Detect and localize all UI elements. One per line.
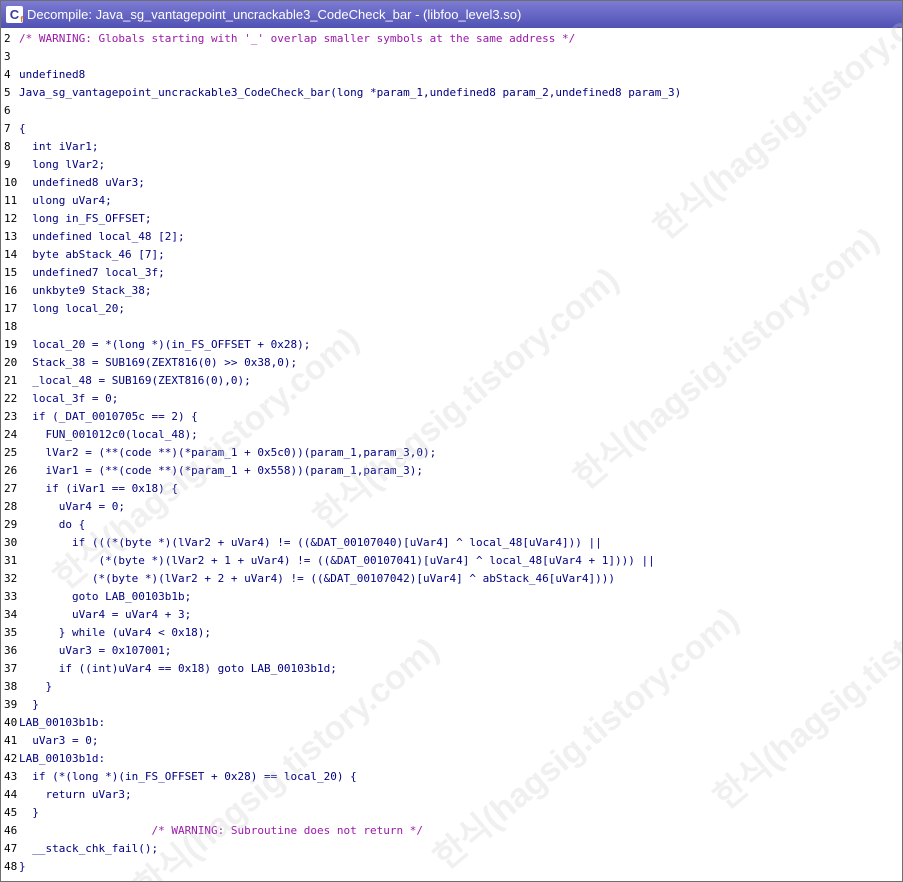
line-number: 27 xyxy=(4,482,18,495)
line-number: 48 xyxy=(4,860,18,873)
code-text: __stack_chk_fail(); xyxy=(19,842,159,855)
code-text: LAB_00103b1b: xyxy=(19,716,106,729)
code-text: { xyxy=(19,122,26,135)
code-text: local_20 = *(long *)(in_FS_OFFSET + 0x28… xyxy=(19,338,311,351)
line-number: 13 xyxy=(4,230,18,243)
code-text: FUN_001012c0(local_48); xyxy=(19,428,198,441)
line-number: 23 xyxy=(4,410,18,423)
line-number: 32 xyxy=(4,572,18,585)
code-text: return uVar3; xyxy=(19,788,132,801)
code-text: /* WARNING: Globals starting with '_' ov… xyxy=(19,32,576,45)
code-text: undefined8 xyxy=(19,68,86,81)
line-number: 16 xyxy=(4,284,18,297)
code-text: undefined7 local_3f; xyxy=(19,266,165,279)
code-text: } xyxy=(19,698,39,711)
line-number: 40 xyxy=(4,716,18,729)
line-number: 47 xyxy=(4,842,18,855)
code-text: Stack_38 = SUB169(ZEXT816(0) >> 0x38,0); xyxy=(19,356,298,369)
code-text: lVar2 = (**(code **)(*param_1 + 0x5c0))(… xyxy=(19,446,437,459)
title-bar[interactable]: Cf Decompile: Java_sg_vantagepoint_uncra… xyxy=(1,1,902,28)
code-text: if (_DAT_0010705c == 2) { xyxy=(19,410,198,423)
code-text: _local_48 = SUB169(ZEXT816(0),0); xyxy=(19,374,251,387)
code-text: undefined8 uVar3; xyxy=(19,176,145,189)
code-text: (*(byte *)(lVar2 + 1 + uVar4) != ((&DAT_… xyxy=(19,554,655,567)
line-number: 45 xyxy=(4,806,18,819)
line-number: 28 xyxy=(4,500,18,513)
line-number: 11 xyxy=(4,194,18,207)
line-number: 5 xyxy=(4,86,11,99)
code-text: unkbyte9 Stack_38; xyxy=(19,284,152,297)
code-text: uVar3 = 0x107001; xyxy=(19,644,172,657)
line-number: 39 xyxy=(4,698,18,711)
code-text: ulong uVar4; xyxy=(19,194,112,207)
window-title: Decompile: Java_sg_vantagepoint_uncracka… xyxy=(27,7,522,22)
line-number: 17 xyxy=(4,302,18,315)
line-number: 18 xyxy=(4,320,18,333)
line-number: 42 xyxy=(4,752,18,765)
line-number: 2 xyxy=(4,32,11,45)
line-number: 22 xyxy=(4,392,18,405)
code-text: if (iVar1 == 0x18) { xyxy=(19,482,178,495)
code-text: } xyxy=(19,806,39,819)
code-text: (*(byte *)(lVar2 + 2 + uVar4) != ((&DAT_… xyxy=(19,572,616,585)
line-number: 25 xyxy=(4,446,18,459)
code-text: uVar4 = 0; xyxy=(19,500,125,513)
code-text: /* WARNING: Subroutine does not return *… xyxy=(19,824,423,837)
line-number: 26 xyxy=(4,464,18,477)
line-number: 31 xyxy=(4,554,18,567)
code-text: do { xyxy=(19,518,86,531)
code-text: long local_20; xyxy=(19,302,125,315)
line-number: 36 xyxy=(4,644,18,657)
line-number: 30 xyxy=(4,536,18,549)
code-listing[interactable]: 2 /* WARNING: Globals starting with '_' o… xyxy=(1,30,902,880)
code-text: long in_FS_OFFSET; xyxy=(19,212,152,225)
code-text: if (*(long *)(in_FS_OFFSET + 0x28) == lo… xyxy=(19,770,357,783)
line-number: 37 xyxy=(4,662,18,675)
code-text: long lVar2; xyxy=(19,158,106,171)
line-number: 12 xyxy=(4,212,18,225)
line-number: 34 xyxy=(4,608,18,621)
line-number: 6 xyxy=(4,104,11,117)
line-number: 33 xyxy=(4,590,18,603)
line-number: 3 xyxy=(4,50,11,63)
line-number: 15 xyxy=(4,266,18,279)
line-number: 29 xyxy=(4,518,18,531)
line-number: 20 xyxy=(4,356,18,369)
line-number: 7 xyxy=(4,122,11,135)
line-number: 43 xyxy=(4,770,18,783)
line-number: 9 xyxy=(4,158,11,171)
line-number: 38 xyxy=(4,680,18,693)
line-number: 19 xyxy=(4,338,18,351)
code-text: uVar4 = uVar4 + 3; xyxy=(19,608,192,621)
line-number: 46 xyxy=(4,824,18,837)
code-text: } while (uVar4 < 0x18); xyxy=(19,626,212,639)
code-text: LAB_00103b1d: xyxy=(19,752,106,765)
line-number: 10 xyxy=(4,176,18,189)
code-text: byte abStack_46 [7]; xyxy=(19,248,165,261)
code-text: Java_sg_vantagepoint_uncrackable3_CodeCh… xyxy=(19,86,682,99)
code-text: local_3f = 0; xyxy=(19,392,119,405)
line-number: 21 xyxy=(4,374,18,387)
line-number: 35 xyxy=(4,626,18,639)
line-number: 8 xyxy=(4,140,11,153)
line-number: 41 xyxy=(4,734,18,747)
line-number: 44 xyxy=(4,788,18,801)
line-number: 4 xyxy=(4,68,11,81)
decompiler-icon: Cf xyxy=(6,6,23,24)
code-text: } xyxy=(19,680,53,693)
code-text: int iVar1; xyxy=(19,140,99,153)
code-text: undefined local_48 [2]; xyxy=(19,230,185,243)
code-text: if (((*(byte *)(lVar2 + uVar4) != ((&DAT… xyxy=(19,536,602,549)
code-text: iVar1 = (**(code **)(*param_1 + 0x558))(… xyxy=(19,464,423,477)
code-text: } xyxy=(19,860,26,873)
line-number: 24 xyxy=(4,428,18,441)
line-number: 14 xyxy=(4,248,18,261)
code-text: goto LAB_00103b1b; xyxy=(19,590,192,603)
code-text: uVar3 = 0; xyxy=(19,734,99,747)
code-text: if ((int)uVar4 == 0x18) goto LAB_00103b1… xyxy=(19,662,337,675)
decompile-window: Cf Decompile: Java_sg_vantagepoint_uncra… xyxy=(0,0,903,882)
